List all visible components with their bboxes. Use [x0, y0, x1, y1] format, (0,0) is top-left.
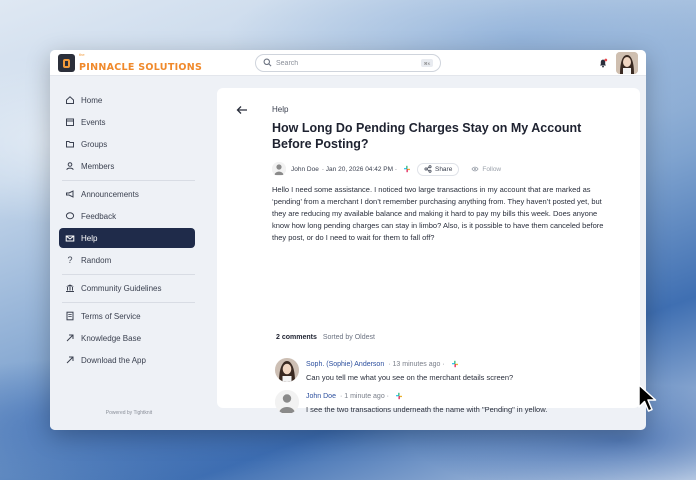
comment-time: · 13 minutes ago ·: [388, 360, 445, 368]
sidebar-item-random[interactable]: ? Random: [59, 250, 195, 270]
sidebar-item-home[interactable]: Home: [59, 90, 195, 110]
sidebar-item-members[interactable]: Members: [59, 156, 195, 176]
search-bar[interactable]: ⌘K: [255, 54, 441, 72]
bank-icon: [66, 284, 74, 292]
chat-icon: [65, 212, 75, 220]
mouse-cursor-icon: [638, 384, 657, 412]
user-avatar[interactable]: [616, 52, 638, 74]
share-label: Share: [434, 165, 453, 173]
sidebar-item-label: Announcements: [81, 189, 139, 199]
powered-by-text[interactable]: Powered by Tightknit: [50, 410, 208, 416]
slack-icon: [396, 392, 402, 400]
sidebar-divider: [62, 180, 195, 181]
logo-small-text: the: [79, 52, 85, 57]
home-icon: [66, 96, 74, 104]
person-icon: [66, 162, 74, 170]
comment-author[interactable]: Soph. (Sophie) Anderson: [306, 361, 384, 368]
slack-icon: [451, 360, 458, 368]
comment-text: I see the two transactions underneath th…: [306, 405, 548, 414]
comment-header: John Doe · 1 minute ago ·: [306, 392, 409, 400]
follow-icon: [471, 166, 479, 172]
logo-text: PINNACLE SOLUTIONS: [79, 62, 203, 73]
megaphone-icon: [66, 190, 74, 198]
comment-author[interactable]: John Doe: [306, 393, 336, 400]
folder-icon: [66, 141, 74, 148]
commenter-avatar[interactable]: [275, 358, 299, 382]
question-icon: ?: [67, 255, 73, 265]
sidebar-item-label: Feedback: [81, 211, 117, 221]
post-date: · Jan 20, 2026 04:42 PM ·: [321, 165, 397, 173]
calendar-icon: [66, 118, 74, 126]
sidebar-item-label: Groups: [81, 139, 108, 149]
share-icon: [424, 165, 432, 173]
comments-count: 2 comments: [276, 334, 317, 341]
search-input[interactable]: [276, 57, 406, 69]
help-icon: [65, 235, 75, 242]
post-panel: Help How Long Do Pending Charges Stay on…: [217, 88, 640, 414]
external-link-icon: [66, 356, 74, 364]
sidebar-item-label: Download the App: [81, 355, 146, 365]
follow-button[interactable]: Follow: [464, 163, 508, 176]
slack-icon: [403, 165, 410, 173]
sidebar-item-events[interactable]: Events: [59, 112, 195, 132]
post-meta: John Doe · Jan 20, 2026 04:42 PM · Share: [272, 162, 513, 176]
sidebar-item-help[interactable]: Help: [59, 228, 195, 248]
post-title: How Long Do Pending Charges Stay on My A…: [272, 121, 582, 151]
document-icon: [66, 311, 74, 321]
logo[interactable]: the PINNACLE SOLUTIONS: [79, 53, 202, 74]
comment-text: Can you tell me what you see on the merc…: [306, 373, 514, 382]
sidebar-item-label: Knowledge Base: [81, 333, 142, 343]
sidebar-item-label: Terms of Service: [81, 311, 141, 321]
sidebar-item-download-app[interactable]: Download the App: [59, 350, 195, 370]
post-category[interactable]: Help: [272, 105, 288, 114]
logo-mark-icon[interactable]: [58, 54, 75, 72]
sidebar-item-announcements[interactable]: Announcements: [59, 184, 195, 204]
sidebar-item-label: Random: [81, 255, 112, 265]
comments-header: 2 comments Sorted by Oldest: [276, 334, 375, 341]
sidebar-item-feedback[interactable]: Feedback: [59, 206, 195, 226]
sidebar-item-label: Events: [81, 117, 106, 127]
sidebar-item-label: Community Guidelines: [81, 283, 162, 293]
sidebar-divider: [62, 274, 195, 275]
app-window: the PINNACLE SOLUTIONS ⌘K: [50, 50, 646, 430]
sidebar-item-label: Home: [81, 95, 103, 105]
search-shortcut-badge: ⌘K: [421, 59, 433, 67]
bell-icon[interactable]: [598, 58, 608, 68]
comment-header: Soph. (Sophie) Anderson · 13 minutes ago…: [306, 360, 465, 368]
share-button[interactable]: Share: [416, 162, 460, 176]
comment-time: · 1 minute ago ·: [339, 392, 389, 400]
author-avatar[interactable]: [272, 162, 286, 176]
follow-label: Follow: [482, 165, 502, 173]
sidebar-item-community-guidelines[interactable]: Community Guidelines: [59, 278, 195, 298]
sidebar-item-label: Members: [81, 161, 115, 171]
back-arrow-icon[interactable]: [236, 105, 248, 115]
sidebar: Home Events Groups Members Announcements…: [50, 76, 208, 430]
post-body: Hello I need some assistance. I noticed …: [272, 185, 604, 242]
comments-sort[interactable]: Sorted by Oldest: [323, 334, 375, 341]
sidebar-item-terms-of-service[interactable]: Terms of Service: [59, 306, 195, 326]
sidebar-item-groups[interactable]: Groups: [59, 134, 195, 154]
sidebar-divider: [62, 302, 195, 303]
external-link-icon: [66, 334, 74, 342]
sidebar-item-label: Help: [81, 233, 98, 243]
sidebar-item-knowledge-base[interactable]: Knowledge Base: [59, 328, 195, 348]
commenter-avatar[interactable]: [275, 390, 299, 414]
post-author[interactable]: John Doe: [291, 166, 319, 173]
search-icon: [263, 58, 272, 67]
top-bar: the PINNACLE SOLUTIONS ⌘K: [50, 50, 646, 76]
